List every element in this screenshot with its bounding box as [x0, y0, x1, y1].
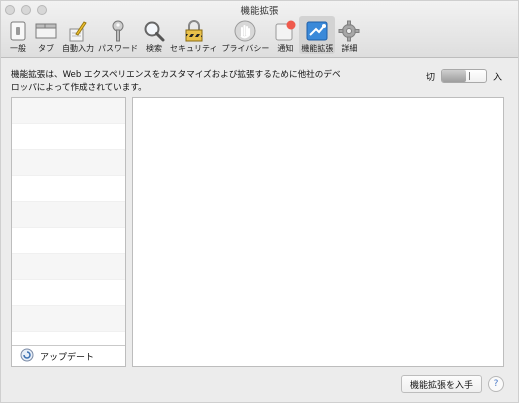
footer: 機能拡張を入手 ? [1, 371, 518, 402]
toolbar-label-advanced: 詳細 [341, 44, 358, 53]
toggle-off-label: 切 [425, 72, 435, 83]
advanced-gear-icon [337, 20, 361, 42]
toggle-divider [468, 72, 470, 80]
search-icon [142, 20, 166, 42]
toolbar-label-passwords: パスワード [98, 44, 138, 53]
toolbar-item-general[interactable]: 一般 [4, 16, 32, 54]
help-button[interactable]: ? [488, 376, 504, 392]
toolbar-label-autofill: 自動入力 [62, 44, 94, 53]
list-item[interactable] [12, 306, 125, 332]
list-item[interactable] [12, 228, 125, 254]
title-bar: 機能拡張 一般 タブ 自動入力 パスワード 検索 セキュリティ プライバシー 通… [1, 1, 518, 58]
description-line-1: 機能拡張は、Web エクスペリエンスをカスタマイズおよび拡張するために他社のデベ [11, 70, 341, 80]
toolbar-item-autofill[interactable]: 自動入力 [60, 16, 96, 54]
toolbar-item-notifications[interactable]: 通知 [271, 16, 299, 54]
list-item[interactable] [12, 150, 125, 176]
tabs-icon [34, 20, 58, 42]
toggle-knob[interactable] [441, 70, 466, 82]
toolbar-label-general: 一般 [10, 44, 26, 53]
notifications-icon [273, 20, 297, 42]
list-item[interactable] [12, 124, 125, 150]
toolbar-label-tabs: タブ [38, 44, 54, 53]
password-key-icon [106, 20, 130, 42]
extensions-toggle[interactable] [440, 69, 487, 83]
toggle-on-label: 入 [492, 72, 502, 83]
list-item[interactable] [12, 202, 125, 228]
list-item[interactable] [12, 98, 125, 124]
general-icon [6, 20, 30, 42]
toolbar-label-extensions: 機能拡張 [301, 44, 334, 53]
extensions-icon [305, 20, 329, 42]
toolbar-item-tabs[interactable]: タブ [32, 16, 60, 54]
list-item[interactable] [12, 280, 125, 306]
list-item[interactable] [12, 176, 125, 202]
description-line-2: ロッパによって作成されています。 [11, 83, 147, 93]
extensions-toggle-group: 切 入 [426, 69, 502, 83]
list-item[interactable] [12, 254, 125, 280]
extensions-list[interactable]: アップデート [11, 97, 126, 367]
toolbar-label-search: 検索 [146, 44, 162, 53]
get-extensions-button[interactable]: 機能拡張を入手 [400, 375, 482, 393]
toolbar-item-passwords[interactable]: パスワード [96, 16, 140, 54]
toolbar-item-privacy[interactable]: プライバシー [220, 16, 272, 54]
preferences-window: 機能拡張 一般 タブ 自動入力 パスワード 検索 セキュリティ プライバシー 通… [0, 0, 519, 403]
toolbar-label-notifications: 通知 [277, 44, 294, 53]
updates-item[interactable]: アップデート [12, 345, 125, 366]
toolbar-item-security[interactable]: セキュリティ [168, 16, 220, 54]
updates-icon [20, 348, 34, 365]
autofill-icon [66, 20, 90, 42]
toolbar-item-extensions[interactable]: 機能拡張 [299, 16, 336, 54]
extensions-description: 機能拡張は、Web エクスペリエンスをカスタマイズおよび拡張するために他社のデベ… [11, 69, 411, 95]
toolbar-item-search[interactable]: 検索 [140, 16, 168, 54]
toolbar-label-security: セキュリティ [170, 44, 218, 53]
preferences-toolbar: 一般 タブ 自動入力 パスワード 検索 セキュリティ プライバシー 通知 機能拡… [4, 16, 363, 54]
toolbar-label-privacy: プライバシー [221, 44, 270, 53]
updates-label: アップデート [40, 352, 95, 363]
security-lock-icon [182, 20, 206, 42]
toolbar-item-advanced[interactable]: 詳細 [335, 16, 363, 54]
extension-detail-pane [132, 97, 504, 367]
window-title: 機能拡張 [240, 6, 279, 17]
privacy-hand-icon [233, 20, 257, 42]
